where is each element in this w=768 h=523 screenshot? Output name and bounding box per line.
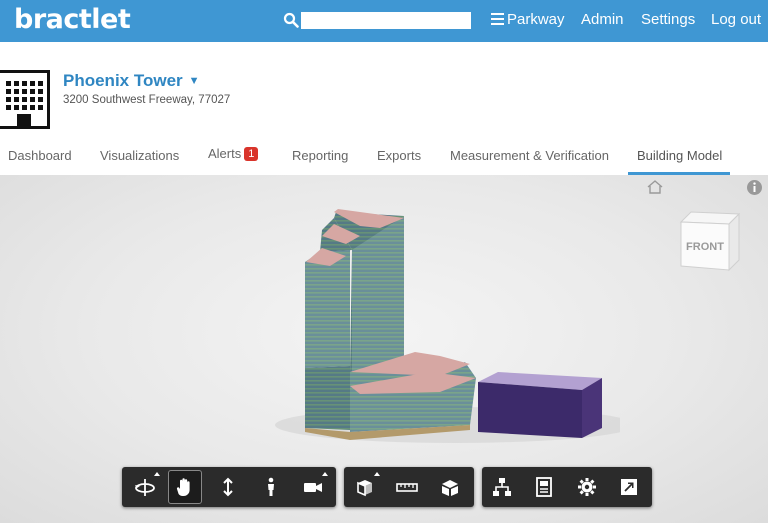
view-cube[interactable]: FRONT (675, 208, 745, 274)
properties-icon (536, 477, 552, 497)
tab-visualizations[interactable]: Visualizations (100, 148, 179, 163)
camera-icon (304, 483, 322, 492)
view-cube-face-label: FRONT (686, 241, 724, 253)
bractlet-logo[interactable]: bractlet (14, 4, 131, 35)
navigation-toolbar (122, 467, 336, 507)
admin-link[interactable]: Admin (581, 11, 624, 28)
alerts-count-badge: 1 (244, 147, 259, 161)
explode-button[interactable] (433, 470, 467, 504)
top-nav-bar: bractlet Parkway Admin Settings Log out (0, 0, 768, 42)
viewer-settings-button[interactable] (570, 470, 604, 504)
fullscreen-button[interactable] (612, 470, 646, 504)
logout-link[interactable]: Log out (711, 11, 761, 28)
tab-measurement-verification[interactable]: Measurement & Verification (450, 148, 609, 163)
first-person-button[interactable] (254, 470, 288, 504)
tab-building-model[interactable]: Building Model (637, 148, 722, 163)
explode-icon (442, 480, 458, 496)
dolly-icon (223, 477, 233, 497)
building-name: Phoenix Tower (63, 71, 183, 90)
orbit-button[interactable] (128, 470, 162, 504)
building-icon (0, 70, 50, 129)
tab-alerts-label: Alerts (208, 146, 242, 161)
properties-button[interactable] (527, 470, 561, 504)
pan-icon (176, 478, 190, 496)
model-browser-button[interactable] (485, 470, 519, 504)
tab-alerts[interactable]: Alerts 1 (208, 146, 259, 161)
modeling-toolbar (344, 467, 474, 507)
dolly-button[interactable] (211, 470, 245, 504)
portfolio-link[interactable]: Parkway (507, 11, 565, 28)
pan-button[interactable] (168, 470, 202, 504)
home-view-icon[interactable] (646, 179, 664, 195)
settings-toolbar (482, 467, 652, 507)
measure-icon (396, 483, 418, 492)
tab-exports[interactable]: Exports (377, 148, 421, 163)
tab-dashboard[interactable]: Dashboard (8, 148, 72, 163)
model-browser-icon (493, 478, 511, 496)
tab-reporting[interactable]: Reporting (292, 148, 348, 163)
search-input[interactable] (301, 12, 471, 29)
first-person-icon (268, 477, 274, 496)
fullscreen-icon (621, 479, 637, 495)
info-icon[interactable] (746, 179, 763, 196)
section-box-icon (357, 480, 372, 497)
camera-button[interactable] (296, 470, 330, 504)
caret-down-icon: ▼ (188, 75, 200, 87)
settings-icon (578, 478, 596, 496)
search-icon[interactable] (283, 12, 299, 28)
section-box-button[interactable] (348, 470, 382, 504)
hamburger-menu-icon[interactable] (491, 13, 504, 25)
building-name-dropdown[interactable]: Phoenix Tower ▼ (63, 71, 200, 91)
orbit-icon (135, 479, 155, 496)
building-address: 3200 Southwest Freeway, 77027 (63, 94, 231, 106)
building-3d-model[interactable] (270, 200, 620, 450)
settings-link[interactable]: Settings (641, 11, 695, 28)
measure-button[interactable] (390, 470, 424, 504)
